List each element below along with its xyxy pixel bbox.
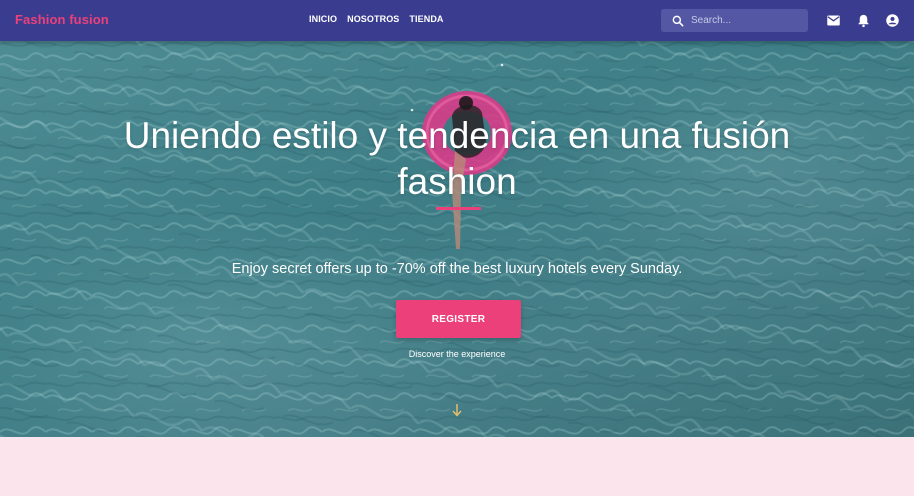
hero-title: Uniendo estilo y tendencia en una fusión… — [0, 113, 914, 205]
search-icon — [672, 15, 684, 26]
register-button[interactable]: REGISTER — [396, 300, 521, 338]
hero-subtitle: Enjoy secret offers up to -70% off the b… — [231, 261, 683, 277]
content-section — [0, 437, 914, 496]
bell-icon[interactable] — [856, 13, 871, 28]
arrow-down-icon[interactable] — [451, 403, 463, 417]
title-underline-divider — [436, 207, 481, 210]
hero-section: Uniendo estilo y tendencia en una fusión… — [0, 41, 914, 437]
brand-logo[interactable]: Fashion fusion — [15, 12, 109, 27]
top-navbar: Fashion fusion INICIO NOSOTROS TIENDA — [0, 0, 914, 41]
nav-item-nosotros[interactable]: NOSOTROS — [347, 14, 399, 24]
discover-label: Discover the experience — [408, 349, 506, 359]
mail-icon[interactable] — [826, 13, 841, 28]
hero-title-line-2: fashion — [397, 161, 517, 202]
nav-item-tienda[interactable]: TIENDA — [409, 14, 443, 24]
hero-title-line-1: Uniendo estilo y tendencia en una fusión — [123, 115, 791, 156]
swimmer-on-float-image — [410, 63, 512, 249]
nav-item-inicio[interactable]: INICIO — [309, 14, 337, 24]
account-icon[interactable] — [885, 13, 900, 28]
main-nav: INICIO NOSOTROS TIENDA — [309, 14, 454, 24]
search-input[interactable] — [691, 15, 791, 26]
search-box[interactable] — [661, 9, 808, 32]
